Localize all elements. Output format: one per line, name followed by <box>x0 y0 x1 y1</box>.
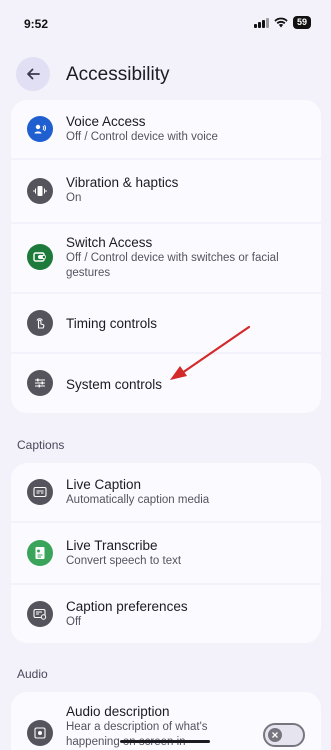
status-icons: 59 <box>254 16 311 29</box>
live-transcribe-title: Live Transcribe <box>66 538 158 553</box>
tune-sliders-icon <box>27 370 53 396</box>
audio-description-toggle[interactable] <box>263 723 305 747</box>
live-caption-title: Live Caption <box>66 477 142 492</box>
voice-access-item[interactable]: Voice Access Off / Control device with v… <box>11 100 321 158</box>
status-time: 9:52 <box>24 17 49 31</box>
back-button[interactable] <box>16 57 50 91</box>
live-caption-icon <box>27 479 53 505</box>
home-indicator[interactable] <box>120 740 210 743</box>
timing-controls-icon <box>27 310 53 336</box>
page-title: Accessibility <box>66 64 170 85</box>
live-transcribe-icon <box>27 540 53 566</box>
captions-card: Live Caption Automatically caption media… <box>11 463 321 643</box>
audio-description-icon <box>27 720 53 746</box>
audio-section-label: Audio <box>17 667 48 681</box>
switch-access-icon <box>27 244 53 270</box>
wifi-icon <box>274 17 288 28</box>
caption-preferences-subtitle: Off <box>66 616 82 628</box>
voice-access-title: Voice Access <box>66 114 146 129</box>
battery-indicator: 59 <box>292 16 311 29</box>
cellular-signal-icon <box>254 17 269 28</box>
switch-access-subtitle: Off / Control device with switches or fa… <box>66 252 279 279</box>
vibration-haptics-item[interactable]: Vibration & haptics On <box>11 160 321 222</box>
annotation-arrow-icon <box>170 325 251 380</box>
audio-description-title: Audio description <box>66 704 170 719</box>
caption-preferences-item[interactable]: Caption preferences Off <box>11 585 321 643</box>
toggle-off-icon <box>268 728 282 742</box>
live-caption-item[interactable]: Live Caption Automatically caption media <box>11 463 321 521</box>
status-bar: 9:52 59 <box>0 0 331 46</box>
caption-preferences-title: Caption preferences <box>66 599 188 614</box>
voice-access-subtitle: Off / Control device with voice <box>66 131 218 143</box>
voice-access-icon <box>27 116 53 142</box>
caption-settings-icon <box>27 601 53 627</box>
app-header: Accessibility <box>0 52 331 98</box>
live-transcribe-subtitle: Convert speech to text <box>66 555 182 567</box>
switch-access-title: Switch Access <box>66 235 153 250</box>
live-transcribe-item[interactable]: Live Transcribe Convert speech to text <box>11 523 321 583</box>
audio-description-subtitle: Hear a description of what's happening o… <box>66 721 208 748</box>
vibration-haptics-title: Vibration & haptics <box>66 175 179 190</box>
switch-access-item[interactable]: Switch Access Off / Control device with … <box>11 224 321 292</box>
vibration-icon <box>27 178 53 204</box>
live-caption-subtitle: Automatically caption media <box>66 494 210 506</box>
arrow-back-icon <box>27 68 40 80</box>
captions-section-label: Captions <box>17 438 65 452</box>
vibration-haptics-subtitle: On <box>66 192 82 204</box>
